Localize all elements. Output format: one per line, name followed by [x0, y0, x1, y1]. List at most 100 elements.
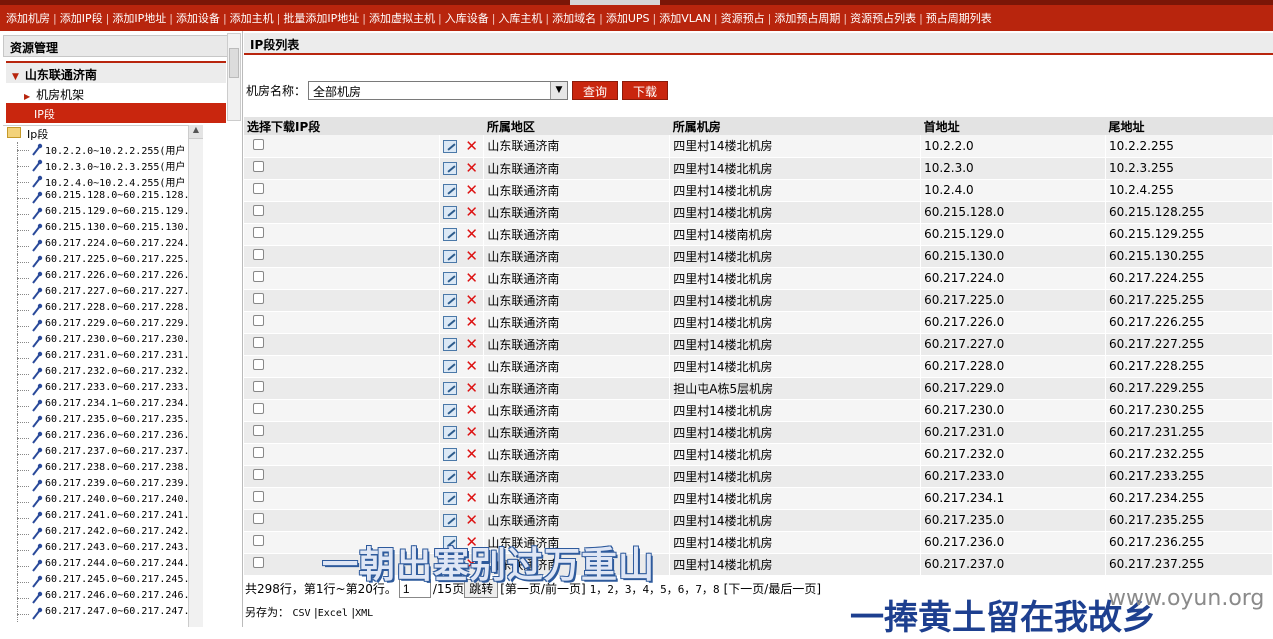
tree-node[interactable]: 60.217.227.0~60.217.227. [3, 286, 203, 302]
row-checkbox[interactable] [253, 249, 264, 260]
row-checkbox[interactable] [253, 227, 264, 238]
nav-item[interactable]: 资源预占列表 [847, 10, 919, 26]
tree-node[interactable]: 60.217.231.0~60.217.231. [3, 350, 203, 366]
scroll-up-icon[interactable]: ▲ [189, 125, 203, 139]
edit-icon[interactable] [443, 338, 458, 351]
tree-node[interactable]: 60.217.247.0~60.217.247. [3, 606, 203, 622]
delete-icon[interactable]: ✕ [465, 491, 478, 506]
edit-icon[interactable] [443, 426, 458, 439]
edit-icon[interactable] [443, 316, 458, 329]
tree-node[interactable]: 60.217.230.0~60.217.230. [3, 334, 203, 350]
row-checkbox[interactable] [253, 337, 264, 348]
delete-icon[interactable]: ✕ [465, 205, 478, 220]
tree-node[interactable]: 60.217.226.0~60.217.226. [3, 270, 203, 286]
row-checkbox[interactable] [253, 513, 264, 524]
edit-icon[interactable] [443, 470, 458, 483]
delete-icon[interactable]: ✕ [465, 403, 478, 418]
tree-node[interactable]: 60.217.237.0~60.217.237. [3, 446, 203, 462]
tree-node[interactable]: 60.217.246.0~60.217.246. [3, 590, 203, 606]
row-checkbox[interactable] [253, 447, 264, 458]
export-excel-link[interactable]: Excel [318, 608, 348, 619]
nav-item[interactable]: 添加主机 [227, 10, 277, 26]
row-checkbox[interactable] [253, 359, 264, 370]
tree-root[interactable]: Ip段 [3, 126, 203, 142]
delete-icon[interactable]: ✕ [465, 293, 478, 308]
delete-icon[interactable]: ✕ [465, 315, 478, 330]
delete-icon[interactable]: ✕ [465, 513, 478, 528]
scroll-thumb[interactable] [229, 48, 239, 78]
tree-node[interactable]: 60.215.130.0~60.215.130. [3, 222, 203, 238]
delete-icon[interactable]: ✕ [465, 359, 478, 374]
ipseg-item[interactable]: IP段 [6, 103, 226, 123]
tree-node[interactable]: 60.217.241.0~60.217.241. [3, 510, 203, 526]
delete-icon[interactable]: ✕ [465, 271, 478, 286]
nav-item[interactable]: 批量添加IP地址 [280, 10, 362, 26]
tree-node[interactable]: 60.217.229.0~60.217.229. [3, 318, 203, 334]
tree-node[interactable]: 60.217.243.0~60.217.243. [3, 542, 203, 558]
edit-icon[interactable] [443, 360, 458, 373]
query-button[interactable]: 查询 [572, 80, 619, 100]
delete-icon[interactable]: ✕ [465, 469, 478, 484]
edit-icon[interactable] [443, 162, 458, 175]
chevron-down-icon[interactable]: ▼ [550, 81, 568, 99]
room-select[interactable]: 全部机房 ▼ [308, 80, 569, 100]
row-checkbox[interactable] [253, 535, 264, 546]
delete-icon[interactable]: ✕ [465, 447, 478, 462]
tree-node[interactable]: 60.215.129.0~60.215.129. [3, 206, 203, 222]
nav-item[interactable]: 入库设备 [442, 10, 492, 26]
edit-icon[interactable] [443, 294, 458, 307]
tree-node[interactable]: 60.217.239.0~60.217.239. [3, 478, 203, 494]
row-checkbox[interactable] [253, 205, 264, 216]
tree-node[interactable]: 60.217.225.0~60.217.225. [3, 254, 203, 270]
edit-icon[interactable] [443, 206, 458, 219]
row-checkbox[interactable] [253, 161, 264, 172]
tree-node[interactable]: 60.217.238.0~60.217.238. [3, 462, 203, 478]
tree-node[interactable]: 60.217.245.0~60.217.245. [3, 574, 203, 590]
row-checkbox[interactable] [253, 381, 264, 392]
tree-node[interactable]: 10.2.4.0~10.2.4.255(用户 [3, 174, 203, 190]
edit-icon[interactable] [443, 448, 458, 461]
tree-node[interactable]: 60.217.242.0~60.217.242. [3, 526, 203, 542]
next-last-link[interactable]: [下一页/最后一页] [724, 580, 821, 597]
tree-node[interactable]: 60.217.234.1~60.217.234. [3, 398, 203, 414]
tree-node[interactable]: 60.217.244.0~60.217.244. [3, 558, 203, 574]
row-checkbox[interactable] [253, 315, 264, 326]
export-xml-link[interactable]: XML [355, 608, 373, 619]
tree-node[interactable]: 60.217.224.0~60.217.224. [3, 238, 203, 254]
nav-item[interactable]: 添加虚拟主机 [366, 10, 438, 26]
edit-icon[interactable] [443, 404, 458, 417]
tree-node[interactable]: 60.217.228.0~60.217.228. [3, 302, 203, 318]
panel-scrollbar[interactable] [227, 33, 241, 121]
delete-icon[interactable]: ✕ [465, 227, 478, 242]
row-checkbox[interactable] [253, 293, 264, 304]
row-checkbox[interactable] [253, 271, 264, 282]
delete-icon[interactable]: ✕ [465, 161, 478, 176]
download-button[interactable]: 下载 [622, 80, 669, 100]
rack-item[interactable]: ▶ 机房机架 [22, 83, 226, 103]
nav-item[interactable]: 添加机房 [3, 10, 53, 26]
nav-item[interactable]: 添加VLAN [656, 10, 714, 26]
edit-icon[interactable] [443, 184, 458, 197]
tree-node[interactable]: 60.217.232.0~60.217.232. [3, 366, 203, 382]
edit-icon[interactable] [443, 382, 458, 395]
nav-item[interactable]: 资源预占 [718, 10, 768, 26]
edit-icon[interactable] [443, 514, 458, 527]
nav-item[interactable]: 添加IP段 [57, 10, 106, 26]
tree-node[interactable]: 10.2.3.0~10.2.3.255(用户 [3, 158, 203, 174]
row-checkbox[interactable] [253, 425, 264, 436]
tree-node[interactable]: 60.217.240.0~60.217.240. [3, 494, 203, 510]
row-checkbox[interactable] [253, 469, 264, 480]
delete-icon[interactable]: ✕ [465, 337, 478, 352]
delete-icon[interactable]: ✕ [465, 138, 478, 153]
tree-node[interactable]: 60.217.233.0~60.217.233. [3, 382, 203, 398]
delete-icon[interactable]: ✕ [465, 425, 478, 440]
delete-icon[interactable]: ✕ [465, 183, 478, 198]
export-csv-link[interactable]: CSV [293, 608, 311, 619]
row-checkbox[interactable] [253, 491, 264, 502]
row-checkbox[interactable] [253, 557, 264, 568]
row-checkbox[interactable] [253, 403, 264, 414]
tree-node[interactable]: 10.2.2.0~10.2.2.255(用户 [3, 142, 203, 158]
tree-scrollbar[interactable]: ▲ [188, 125, 203, 627]
edit-icon[interactable] [443, 272, 458, 285]
tree-node[interactable]: 60.215.128.0~60.215.128. [3, 190, 203, 206]
